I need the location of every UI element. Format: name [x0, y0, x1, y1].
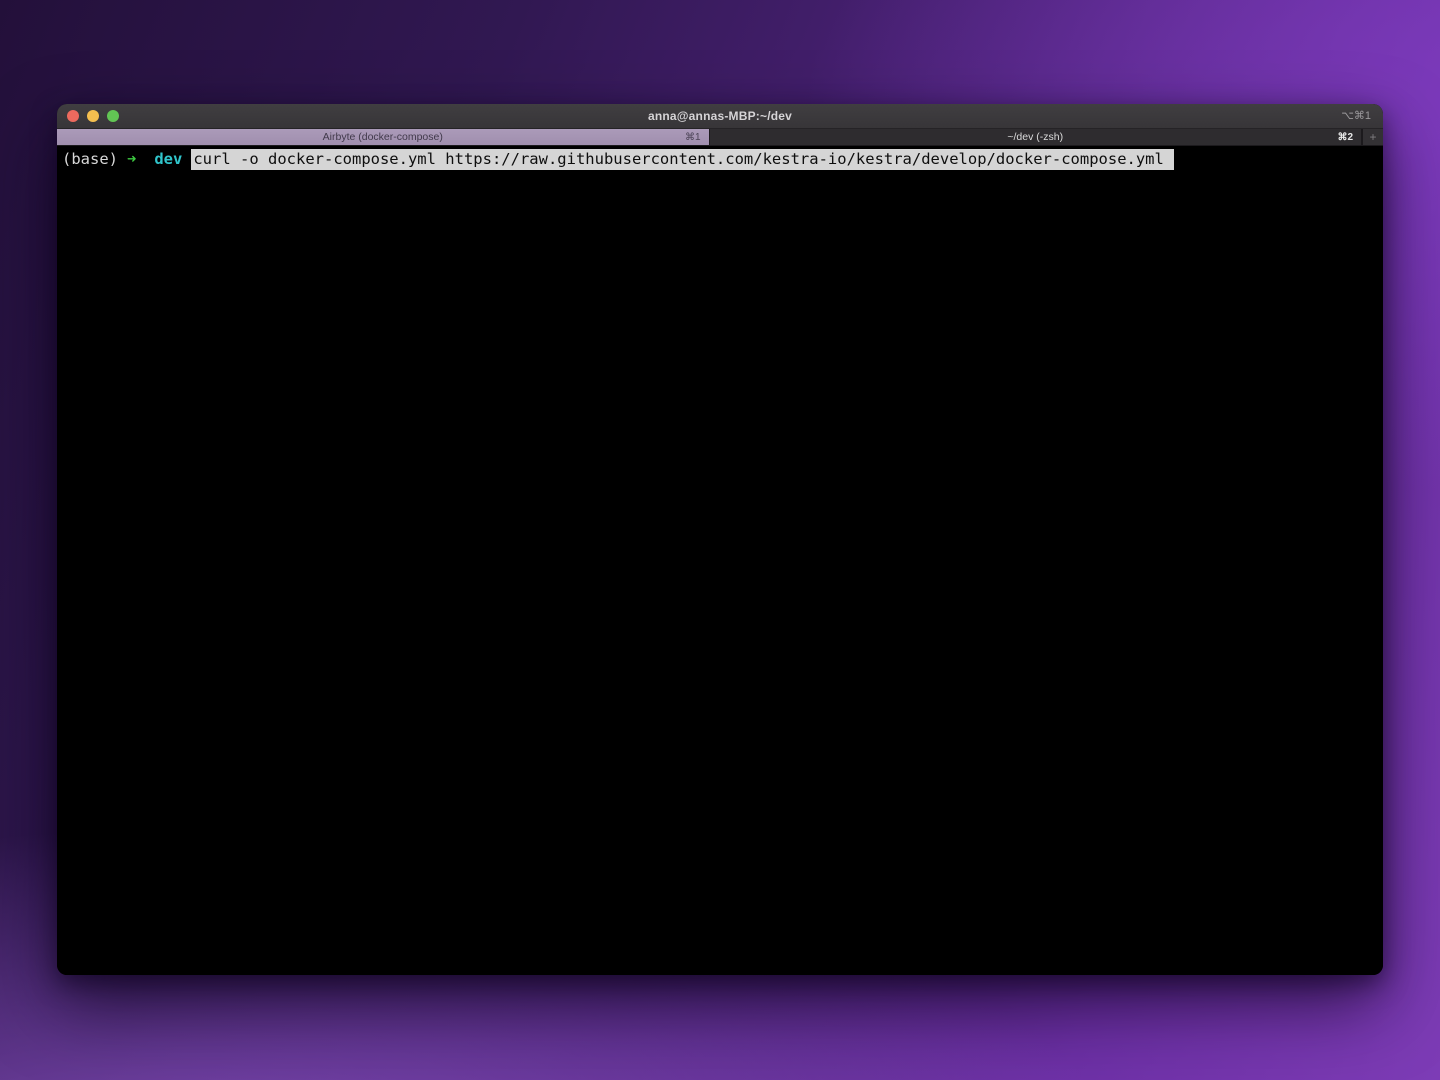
plus-icon: + [1369, 131, 1376, 143]
tab-label: ~/dev (-zsh) [1007, 131, 1063, 143]
tab-shortcut-hint: ⌘2 [1337, 132, 1353, 143]
new-tab-button[interactable]: + [1362, 129, 1383, 145]
tab-airbyte[interactable]: Airbyte (docker-compose) ⌘1 [57, 129, 710, 145]
terminal-window: anna@annas-MBP:~/dev ⌥⌘1 Airbyte (docker… [57, 104, 1383, 975]
window-titlebar[interactable]: anna@annas-MBP:~/dev ⌥⌘1 [57, 104, 1383, 129]
prompt-arrow: ➜ [127, 150, 136, 168]
tab-label: Airbyte (docker-compose) [323, 131, 443, 143]
conda-env-label: (base) [62, 150, 118, 168]
tab-bar: Airbyte (docker-compose) ⌘1 ~/dev (-zsh)… [57, 129, 1383, 146]
prompt-directory: dev [154, 150, 182, 168]
traffic-lights [67, 110, 119, 122]
prompt-line: (base) ➜ dev curl -o docker-compose.yml htt… [62, 149, 1383, 169]
window-shortcut-hint: ⌥⌘1 [1341, 104, 1371, 129]
tab-dev-zsh[interactable]: ~/dev (-zsh) ⌘2 [710, 129, 1363, 145]
close-button[interactable] [67, 110, 79, 122]
terminal-screen[interactable]: (base) ➜ dev curl -o docker-compose.yml htt… [57, 146, 1383, 975]
window-title: anna@annas-MBP:~/dev [57, 109, 1383, 123]
tab-shortcut-hint: ⌘1 [685, 132, 701, 143]
zoom-button[interactable] [107, 110, 119, 122]
highlighted-command: curl -o docker-compose.yml https://raw.g… [191, 149, 1174, 170]
minimize-button[interactable] [87, 110, 99, 122]
